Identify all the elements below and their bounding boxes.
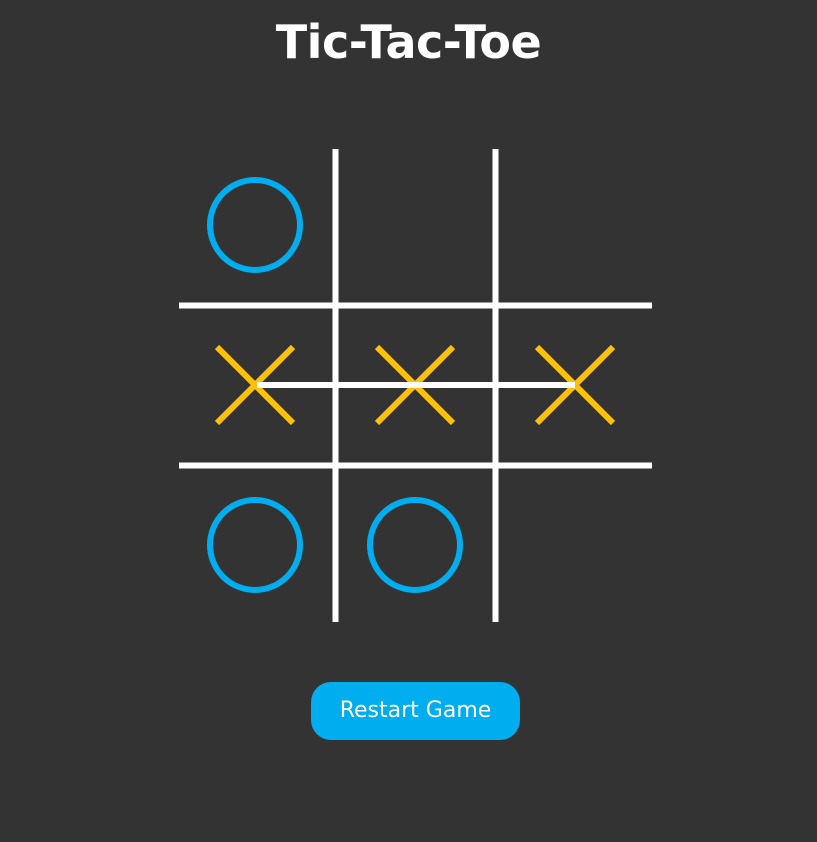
game-title: Tic-Tac-Toe bbox=[275, 15, 542, 69]
board-cell-r3-c1[interactable] bbox=[177, 467, 333, 623]
board-cell-r2-c2[interactable] bbox=[337, 307, 493, 463]
restart-game-button[interactable]: Restart Game bbox=[311, 682, 520, 740]
o-mark-icon bbox=[367, 497, 463, 593]
board-cell-r1-c3[interactable] bbox=[497, 147, 653, 303]
o-mark-icon bbox=[207, 177, 303, 273]
board-cell-r3-c2[interactable] bbox=[337, 467, 493, 623]
x-mark-icon bbox=[214, 344, 296, 426]
board-cell-r1-c2[interactable] bbox=[337, 147, 493, 303]
game-board bbox=[175, 145, 657, 627]
board-cell-r2-c1[interactable] bbox=[177, 307, 333, 463]
o-mark-icon bbox=[207, 497, 303, 593]
board-cell-r3-c3[interactable] bbox=[497, 467, 653, 623]
board-cell-r2-c3[interactable] bbox=[497, 307, 653, 463]
x-mark-icon bbox=[534, 344, 616, 426]
x-mark-icon bbox=[374, 344, 456, 426]
board-cell-r1-c1[interactable] bbox=[177, 147, 333, 303]
